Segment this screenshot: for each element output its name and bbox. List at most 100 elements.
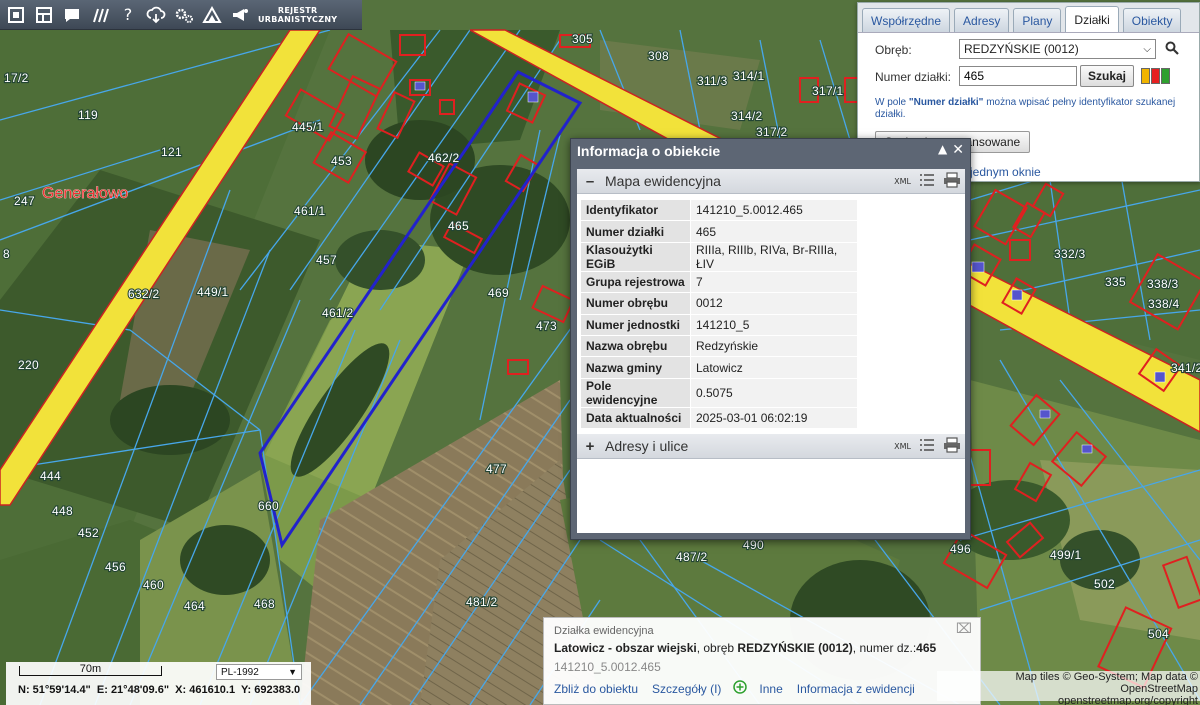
obreb-select[interactable]: REDZYŃSKIE (0012) ⌵	[959, 39, 1156, 59]
parcel-label: 305	[572, 32, 593, 46]
close-icon[interactable]: ⌧	[956, 621, 972, 637]
parcel-label: 457	[316, 253, 337, 267]
card-gmina: Latowicz - obszar wiejski	[554, 641, 697, 655]
attribute-key: Nazwa gminy	[580, 356, 691, 379]
parcel-label: 311/3	[697, 74, 728, 88]
crs-select[interactable]: PL-1992 ▼	[216, 664, 302, 680]
parcel-label: 504	[1148, 627, 1169, 641]
parcel-label: 335	[1105, 275, 1126, 289]
attribute-key: Pole ewidencyjne	[580, 377, 691, 408]
attribute-row: Data aktualności 2025-03-01 06:02:19	[580, 406, 858, 430]
card-text-obreb: , obręb	[696, 641, 738, 655]
parcel-label: 502	[1094, 577, 1115, 591]
xml-export-link-2[interactable]: XML	[894, 442, 911, 451]
color-swatch-green[interactable]	[1161, 68, 1170, 84]
section-mapa-ewidencyjna[interactable]: – Mapa ewidencyjna XML	[577, 169, 965, 194]
parcel-label: 464	[184, 599, 205, 613]
parcel-label: 314/1	[733, 69, 765, 83]
attribution-line2[interactable]: openstreetmap.org/copyright	[937, 695, 1198, 705]
attribute-row: Numer jednostki 141210_5	[580, 313, 858, 336]
parcel-label: 314/2	[731, 109, 763, 123]
parcel-label: 456	[105, 560, 126, 574]
attribute-key: Numer obrębu	[580, 292, 691, 315]
coords-readout: N: 51°59'14.4" E: 21°48'09.6" X: 461610.…	[18, 684, 301, 696]
megaphone-icon[interactable]	[226, 2, 254, 28]
print-icon[interactable]	[943, 172, 961, 191]
parcel-label: 8	[3, 247, 10, 261]
attribute-row: Pole ewidencyjne 0.5075	[580, 377, 858, 408]
attribute-key: Grupa rejestrowa	[580, 270, 691, 294]
collapse-icon[interactable]: ▲	[938, 142, 947, 158]
settings-icon[interactable]	[170, 2, 198, 28]
map-frame-icon[interactable]	[2, 2, 30, 28]
details-link[interactable]: Szczegóły (I)	[652, 682, 721, 696]
parcel-label: 469	[488, 286, 509, 300]
collapse-minus-icon[interactable]: –	[579, 173, 601, 190]
parcel-label: 449/1	[197, 285, 229, 299]
parcel-label: 445/1	[292, 120, 324, 134]
search-icon[interactable]	[1165, 41, 1179, 58]
list-icon[interactable]	[919, 173, 935, 190]
parcel-label: 461/2	[322, 306, 354, 320]
parcel-label: 317/2	[756, 125, 788, 139]
list-icon-2[interactable]	[919, 438, 935, 455]
szukaj-button[interactable]: Szukaj	[1080, 65, 1134, 87]
attribute-table: Identyfikator 141210_5.0012.465 Numer dzia…	[580, 198, 858, 430]
xml-export-link[interactable]: XML	[894, 177, 911, 186]
attribute-row: Identyfikator 141210_5.0012.465	[580, 198, 858, 222]
info-title: Informacja o obiekcie	[577, 143, 721, 159]
parcel-summary-card: ⌧ Działka ewidencyjna Latowicz - obszar …	[543, 617, 981, 705]
attribute-key: Data aktualności	[580, 406, 691, 430]
layout-icon[interactable]	[30, 2, 58, 28]
parcel-label: 338/3	[1147, 277, 1179, 291]
attribute-row: Nazwa obrębu Redzyńskie	[580, 334, 858, 358]
attribute-row: Grupa rejestrowa 7	[580, 270, 858, 294]
parcel-label: 481/2	[466, 595, 498, 609]
attribute-value: 141210_5.0012.465	[690, 198, 858, 222]
section-adresy-ulice[interactable]: + Adresy i ulice XML	[577, 434, 965, 460]
village-name-label: Generałowo	[42, 185, 128, 202]
mountain-icon[interactable]	[198, 2, 226, 28]
card-description: Latowicz - obszar wiejski, obręb REDZYŃS…	[554, 641, 936, 655]
parcel-label: 452	[78, 526, 99, 540]
attribute-key: Klasoużytki EGiB	[580, 241, 691, 272]
top-toolbar: ? REJESTR URBANISTYCZNY	[0, 0, 362, 30]
help-icon[interactable]: ?	[114, 2, 142, 28]
color-swatch-red[interactable]	[1151, 68, 1160, 84]
chat-icon[interactable]	[58, 2, 86, 28]
card-identifier: 141210_5.0012.465	[554, 660, 661, 674]
plus-circle-icon[interactable]	[733, 680, 748, 697]
obreb-value: REDZYŃSKIE (0012)	[964, 42, 1079, 56]
close-icon[interactable]: ✕	[952, 142, 964, 158]
search-tabs: Współrzędne Adresy Plany Działki Obiekty	[858, 3, 1199, 33]
card-obreb: REDZYŃSKIE (0012)	[737, 641, 853, 655]
numer-dzialki-input[interactable]	[959, 66, 1077, 86]
parcel-label: 119	[78, 108, 98, 122]
tab-plany[interactable]: Plany	[1013, 8, 1062, 32]
attribute-value: 0012	[690, 292, 858, 315]
tab-adresy[interactable]: Adresy	[954, 8, 1010, 32]
card-numer: 465	[916, 641, 937, 655]
card-heading: Działka ewidencyjna	[554, 625, 654, 637]
other-link[interactable]: Inne	[759, 682, 782, 696]
parcel-label: 220	[18, 358, 39, 372]
stripes-icon[interactable]	[86, 2, 114, 28]
cloud-download-icon[interactable]	[142, 2, 170, 28]
print-icon-2[interactable]	[943, 437, 961, 456]
scale-distance: 70m	[79, 663, 102, 675]
attribute-key: Numer jednostki	[580, 313, 691, 336]
parcel-label: 499/1	[1050, 548, 1082, 562]
parcel-label: 341/2	[1171, 361, 1200, 375]
registry-info-link[interactable]: Informacja z ewidencji	[797, 682, 915, 696]
tab-obiekty[interactable]: Obiekty	[1122, 8, 1182, 32]
section-adresy-title: Adresy i ulice	[605, 438, 689, 455]
registry-link[interactable]: REJESTR URBANISTYCZNY	[258, 6, 337, 24]
color-swatch-yellow[interactable]	[1141, 68, 1150, 84]
attribute-key: Numer działki	[580, 220, 691, 243]
tab-dzialki[interactable]: Działki	[1065, 6, 1119, 32]
parcel-label: 465	[448, 219, 469, 233]
object-info-window: Informacja o obiekcie ▲ ✕ – Mapa ewidenc…	[570, 138, 971, 540]
tab-wspolrzedne[interactable]: Współrzędne	[862, 8, 951, 32]
zoom-to-object-link[interactable]: Zbliż do obiektu	[554, 682, 638, 696]
expand-plus-icon[interactable]: +	[579, 438, 601, 455]
